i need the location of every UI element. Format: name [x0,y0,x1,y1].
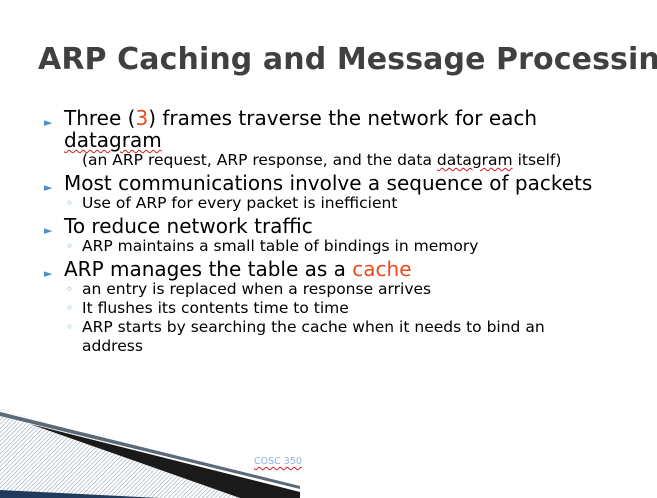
bullet-3-sub-text: ARP maintains a small table of bindings … [82,237,479,255]
bullet-2-text: Most communications involve a sequence o… [64,171,593,195]
circle-bullet-icon: ◦ [66,239,74,253]
bullet-4-sub-3: ◦ ARP starts by searching the cache when… [44,318,644,356]
bullet-1-highlight: 3 [135,106,149,130]
bullet-1: ► Three (3) frames traverse the network … [44,107,644,151]
slide-footer: COSC 350 [254,456,302,467]
slide-body: ► Three (3) frames traverse the network … [44,107,644,356]
circle-bullet-icon: ◦ [66,320,74,334]
bullet-4-highlight: cache [352,257,412,281]
bullet-4-sub-1: ◦ an entry is replaced when a response a… [44,280,644,299]
triangle-bullet-icon: ► [44,116,53,129]
slide-title: ARP Caching and Message Processing [38,42,657,77]
bullet-4-sub-2: ◦ It flushes its contents time to time [44,299,644,318]
bullet-4-sub-3-text: ARP starts by searching the cache when i… [82,318,545,336]
bullet-1-sub-pre: (an ARP request, ARP response, and the d… [82,151,437,169]
bullet-2: ► Most communications involve a sequence… [44,172,644,194]
bullet-1-text-cont: datagram [64,128,162,152]
bullet-3: ► To reduce network traffic [44,215,644,237]
bullet-3-sub: ◦ ARP maintains a small table of binding… [44,237,644,256]
bullet-1-sub-word: datagram [436,151,513,169]
bullet-1-sub-post: itself) [512,151,562,169]
circle-bullet-icon: ◦ [66,196,74,210]
bullet-1-text-post: ) frames traverse the network for each [148,106,538,130]
bullet-4-sub-3-cont: address [82,337,143,355]
slide: ARP Caching and Message Processing ► Thr… [0,0,657,498]
circle-bullet-icon: ◦ [66,301,74,315]
footer-text: COSC 350 [254,456,302,467]
bullet-1-text-pre: Three ( [64,106,136,130]
bullet-4-sub-1-text: an entry is replaced when a response arr… [82,280,432,298]
bullet-4-text-pre: ARP manages the table as a [64,257,353,281]
bullet-3-text: To reduce network traffic [64,214,313,238]
bullet-1-sub: (an ARP request, ARP response, and the d… [44,151,644,170]
bullet-4: ► ARP manages the table as a cache [44,258,644,280]
bullet-2-sub: ◦ Use of ARP for every packet is ineffic… [44,194,644,213]
bullet-2-sub-text: Use of ARP for every packet is inefficie… [82,194,398,212]
bullet-4-sub-2-text: It flushes its contents time to time [82,299,349,317]
corner-decoration [0,408,300,498]
circle-bullet-icon: ◦ [66,282,74,296]
